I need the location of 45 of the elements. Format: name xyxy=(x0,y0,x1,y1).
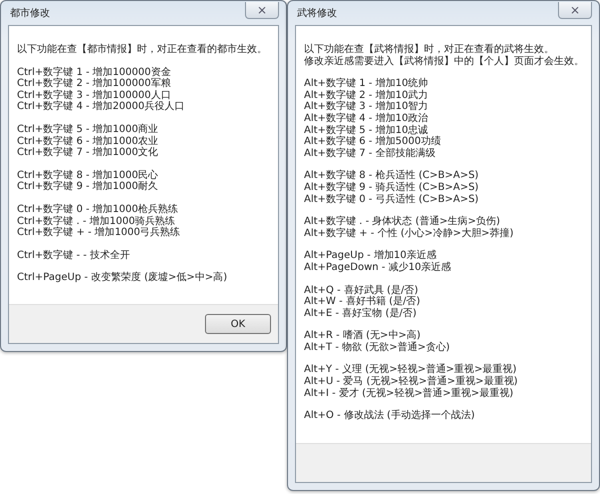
text-line: Alt+W - 喜好书籍 (是/否) xyxy=(304,296,422,308)
text-line: Ctrl+数字键 4 - 增加20000兵役人口 xyxy=(17,101,186,113)
text-line: Ctrl+数字键 8 - 增加1000民心 xyxy=(17,170,160,181)
text-line: Alt+U - 爱马 (无视>轻视>普通>重视>最重视) xyxy=(304,376,519,388)
text-line: 以下功能在查【都市情报】时，对正在查看的都市生效。 xyxy=(17,44,268,56)
text-line: Alt+数字键 9 - 骑兵适性 (C>B>A>S) xyxy=(304,182,480,194)
text-line: Ctrl+数字键 2 - 增加100000军粮 xyxy=(17,78,172,90)
text-line: Alt+E - 喜好宝物 (是/否) xyxy=(304,308,418,320)
text-line: Ctrl+数字键 1 - 增加100000资金 xyxy=(17,66,172,78)
text-line: Alt+T - 物欲 (无欲>普通>贪心) xyxy=(304,342,451,354)
text-line: Ctrl+数字键 0 - 增加1000枪兵熟练 xyxy=(17,204,180,216)
text-line: Alt+数字键 . - 身体状态 (普通>生病>负伤) xyxy=(304,216,501,228)
text-line: Alt+PageUp - 增加10亲近感 xyxy=(304,250,438,262)
text-line: Alt+数字键 6 - 增加5000功绩 xyxy=(304,136,442,148)
text-line: Alt+数字键 2 - 增加10武力 xyxy=(304,90,430,101)
window-title: 都市修改 xyxy=(9,6,50,20)
text-line: Ctrl+数字键 9 - 增加1000耐久 xyxy=(17,181,160,193)
window-title: 武将修改 xyxy=(296,6,337,20)
text-line: Alt+Y - 义理 (无视>轻视>普通>重视>最重视) xyxy=(304,364,518,376)
text-line: Ctrl+数字键 + - 增加1000弓兵熟练 xyxy=(17,227,182,239)
text-line: Alt+数字键 3 - 增加10智力 xyxy=(304,101,430,112)
text-line: Ctrl+数字键 . - 增加1000骑兵熟练 xyxy=(17,216,176,227)
text-line: Alt+O - 修改战法 (手动选择一个战法) xyxy=(304,410,476,422)
text-line: Alt+Q - 喜好武具 (是/否) xyxy=(304,284,420,296)
text-line: Ctrl+数字键 6 - 增加1000农业 xyxy=(17,136,160,147)
text-line: Ctrl+数字键 - - 技术全开 xyxy=(17,250,131,262)
ok-button[interactable]: OK xyxy=(205,314,271,334)
text-line: 以下功能在查【武将情报】时，对正在查看的武将生效。 xyxy=(304,44,555,56)
text-line: Alt+数字键 4 - 增加10政治 xyxy=(304,112,430,124)
text-line: 修改亲近感需要进入【武将情报】中的【个人】页面才会生效。 xyxy=(304,56,583,68)
text-line: Ctrl+数字键 7 - 增加1000文化 xyxy=(17,147,160,159)
text-line: Alt+I - 爱才 (无视>轻视>普通>重视>最重视) xyxy=(304,388,514,400)
text-line: Alt+数字键 7 - 全部技能满级 xyxy=(304,148,436,160)
text-line: Alt+PageDown - 减少10亲近感 xyxy=(304,262,452,274)
text-line: Alt+数字键 + - 个性 (小心>冷静>大胆>莽撞) xyxy=(304,228,515,240)
text-line: Alt+数字键 8 - 枪兵适性 (C>B>A>S) xyxy=(304,170,480,182)
text-line: Alt+R - 嗜酒 (无>中>高) xyxy=(304,330,422,342)
close-button[interactable]: × xyxy=(245,2,279,18)
text-line: Alt+数字键 5 - 增加10忠诚 xyxy=(304,124,428,136)
text-line: Ctrl+数字键 3 - 增加100000人口 xyxy=(17,90,172,101)
close-button[interactable]: × xyxy=(558,2,592,18)
text-line: Ctrl+PageUp - 改变繁荣度 (废墟>低>中>高) xyxy=(17,272,228,284)
text-line: Ctrl+数字键 5 - 增加1000商业 xyxy=(17,124,160,136)
text-line: Alt+数字键 0 - 弓兵适性 (C>B>A>S) xyxy=(304,194,480,206)
text-line: Alt+数字键 1 - 增加10统帅 xyxy=(304,78,430,90)
